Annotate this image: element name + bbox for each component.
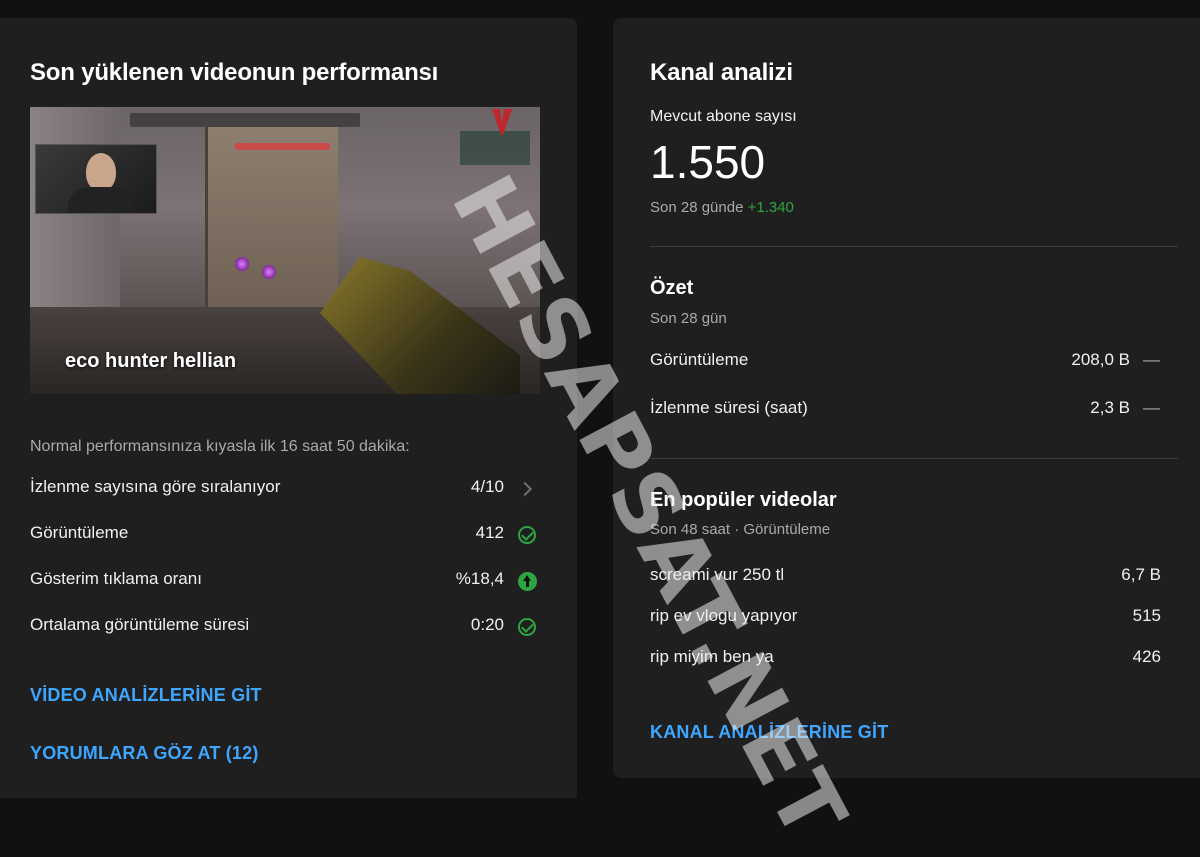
thumbnail-glow-effect: [235, 257, 249, 271]
metric-value: 412: [475, 523, 504, 542]
summary-row-watch-time: İzlenme süresi (saat) 2,3 B —: [650, 398, 1160, 422]
video-title: eco hunter hellian: [65, 350, 237, 372]
top-video-row[interactable]: screami vur 250 tl 6,7 B: [650, 565, 1161, 589]
thumbnail-hud-killfeed: [460, 131, 530, 165]
arrow-up-circle-icon: [516, 570, 538, 592]
summary-label: İzlenme süresi (saat): [650, 398, 808, 417]
check-circle-icon: [516, 616, 538, 638]
divider: [650, 246, 1178, 247]
top-video-row[interactable]: rip ev vlogu yapıyor 515: [650, 606, 1161, 630]
view-comments-link[interactable]: YORUMLARA GÖZ AT (12): [30, 743, 259, 764]
metric-value: 0:20: [470, 615, 504, 634]
top-video-views: 426: [1132, 647, 1161, 666]
metric-row-ctr: Gösterim tıklama oranı %18,4: [30, 569, 540, 593]
metric-label: Görüntüleme: [30, 523, 129, 542]
metric-value: %18,4: [455, 569, 504, 588]
trend-dash-icon: —: [1143, 398, 1160, 417]
top-video-title: screami vur 250 tl: [650, 565, 785, 584]
thumbnail-streamer-head: [86, 153, 116, 191]
metric-value: 4/10: [470, 477, 504, 496]
metric-label: Gösterim tıklama oranı: [30, 569, 202, 588]
latest-video-card-title: Son yüklenen videonun performansı: [30, 59, 439, 86]
summary-title: Özet: [650, 277, 694, 299]
divider: [650, 458, 1178, 459]
chevron-right-icon[interactable]: [516, 478, 538, 500]
summary-value: 208,0 B: [1071, 350, 1130, 369]
thumbnail-scene-door: [205, 127, 338, 327]
summary-row-views: Görüntüleme 208,0 B —: [650, 350, 1160, 374]
top-video-views: 6,7 B: [1121, 565, 1161, 584]
trend-dash-icon: —: [1143, 350, 1160, 369]
metric-label: Ortalama görüntüleme süresi: [30, 615, 250, 634]
latest-video-performance-card: Son yüklenen videonun performansı eco hu…: [0, 18, 577, 798]
video-thumbnail[interactable]: eco hunter hellian: [30, 107, 540, 394]
summary-label: Görüntüleme: [650, 350, 749, 369]
subscriber-delta-value: +1.340: [747, 199, 794, 216]
channel-analytics-title: Kanal analizi: [650, 59, 793, 86]
thumbnail-streamer-body: [68, 187, 134, 213]
top-video-title: rip ev vlogu yapıyor: [650, 606, 798, 625]
summary-value: 2,3 B: [1090, 398, 1130, 417]
thumbnail-hud-bar: [235, 143, 330, 150]
metric-label: İzlenme sayısına göre sıralanıyor: [30, 477, 281, 496]
top-video-title: rip miyim ben ya: [650, 647, 774, 666]
top-videos-period: Son 48 saat · Görüntüleme: [650, 521, 831, 538]
subscriber-count-label: Mevcut abone sayısı: [650, 108, 797, 125]
check-circle-icon: [516, 524, 538, 546]
go-to-channel-analytics-link[interactable]: KANAL ANALİZLERİNE GİT: [650, 722, 888, 743]
channel-analytics-card: Kanal analizi Mevcut abone sayısı 1.550 …: [613, 18, 1200, 778]
metric-row-views: Görüntüleme 412: [30, 523, 540, 547]
summary-period: Son 28 gün: [650, 310, 727, 327]
top-videos-title: En popüler videolar: [650, 489, 837, 511]
metric-row-ranking[interactable]: İzlenme sayısına göre sıralanıyor 4/10: [30, 477, 540, 501]
top-video-row[interactable]: rip miyim ben ya 426: [650, 647, 1161, 671]
thumbnail-glow-effect: [262, 265, 276, 279]
comparison-note: Normal performansınıza kıyasla ilk 16 sa…: [30, 438, 410, 455]
subscriber-count-value: 1.550: [650, 136, 766, 188]
metric-row-avg-duration: Ortalama görüntüleme süresi 0:20: [30, 615, 540, 639]
thumbnail-hud-top: [130, 113, 360, 127]
subscriber-delta-period: Son 28 günde: [650, 199, 744, 216]
go-to-video-analytics-link[interactable]: VİDEO ANALİZLERİNE GİT: [30, 685, 262, 706]
subscriber-delta: Son 28 günde +1.340: [650, 199, 794, 216]
top-video-views: 515: [1132, 606, 1161, 625]
thumbnail-webcam-overlay: [35, 144, 157, 214]
